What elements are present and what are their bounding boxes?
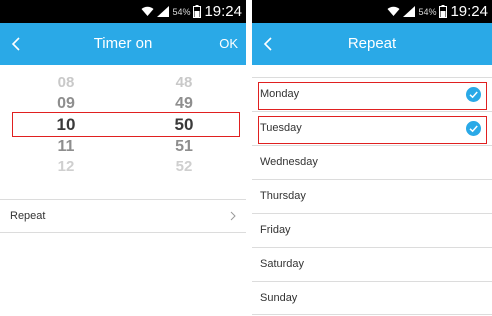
minute-option[interactable]: 51 <box>164 137 204 157</box>
chevron-right-icon <box>230 211 236 221</box>
signal-icon <box>157 6 170 17</box>
app-bar: Repeat <box>252 23 492 65</box>
minute-option[interactable]: 48 <box>164 73 204 93</box>
battery-percent: 54% <box>172 6 191 17</box>
day-row-wednesday[interactable]: Wednesday <box>252 145 492 179</box>
minute-option[interactable]: 49 <box>164 94 204 114</box>
day-label: Thursday <box>260 190 306 202</box>
wifi-icon <box>141 6 154 16</box>
selection-highlight-box <box>12 112 240 137</box>
day-label: Monday <box>260 88 300 100</box>
wifi-icon <box>387 6 400 16</box>
day-row-monday[interactable]: Monday <box>252 77 492 111</box>
picker-row: 09 49 <box>0 94 246 114</box>
day-row-friday[interactable]: Friday <box>252 213 492 247</box>
day-label: Friday <box>260 224 291 236</box>
hour-option[interactable]: 11 <box>46 137 86 157</box>
hour-option[interactable]: 12 <box>46 157 86 177</box>
status-icons: 54% 19:24 <box>387 2 488 21</box>
day-label: Saturday <box>260 258 305 270</box>
page-title: Timer on <box>93 35 153 52</box>
check-circle-icon[interactable] <box>466 87 481 102</box>
day-row-sunday[interactable]: Sunday <box>252 281 492 315</box>
hour-option[interactable]: 08 <box>46 73 86 93</box>
status-time: 19:24 <box>450 3 488 20</box>
timer-on-screen: 54% 19:24 Timer on OK 08 48 09 49 10 50 … <box>0 0 246 316</box>
picker-row: 08 48 <box>0 73 246 93</box>
day-label: Tuesday <box>260 122 302 134</box>
day-row-tuesday[interactable]: Tuesday <box>252 111 492 145</box>
battery-icon <box>439 5 448 18</box>
app-bar: Timer on OK <box>0 23 246 65</box>
back-arrow-icon[interactable] <box>258 33 280 55</box>
battery-icon <box>193 5 202 18</box>
page-title: Repeat <box>347 35 397 52</box>
day-label: Sunday <box>260 292 298 304</box>
hour-option[interactable]: 09 <box>46 94 86 114</box>
check-circle-icon[interactable] <box>466 121 481 136</box>
repeat-screen: 54% 19:24 Repeat Monday Tuesday Wednesda… <box>252 0 492 316</box>
day-row-saturday[interactable]: Saturday <box>252 247 492 281</box>
time-picker[interactable]: 08 48 09 49 10 50 11 51 12 52 <box>0 65 246 175</box>
day-list: Monday Tuesday Wednesday Thursday Friday… <box>252 77 492 315</box>
picker-row: 12 52 <box>0 157 246 177</box>
ok-button[interactable]: OK <box>217 23 240 65</box>
day-label: Wednesday <box>260 156 318 168</box>
status-bar: 54% 19:24 <box>0 0 246 23</box>
back-arrow-icon[interactable] <box>6 33 28 55</box>
minute-option[interactable]: 52 <box>164 157 204 177</box>
day-row-thursday[interactable]: Thursday <box>252 179 492 213</box>
picker-row: 11 51 <box>0 137 246 157</box>
screenshot: 54% 19:24 Timer on OK 08 48 09 49 10 50 … <box>0 0 492 316</box>
status-icons: 54% 19:24 <box>141 2 242 21</box>
repeat-row[interactable]: Repeat <box>0 199 246 233</box>
status-bar: 54% 19:24 <box>252 0 492 23</box>
battery-percent: 54% <box>418 6 437 17</box>
signal-icon <box>403 6 416 17</box>
status-time: 19:24 <box>204 3 242 20</box>
repeat-label: Repeat <box>10 210 46 222</box>
